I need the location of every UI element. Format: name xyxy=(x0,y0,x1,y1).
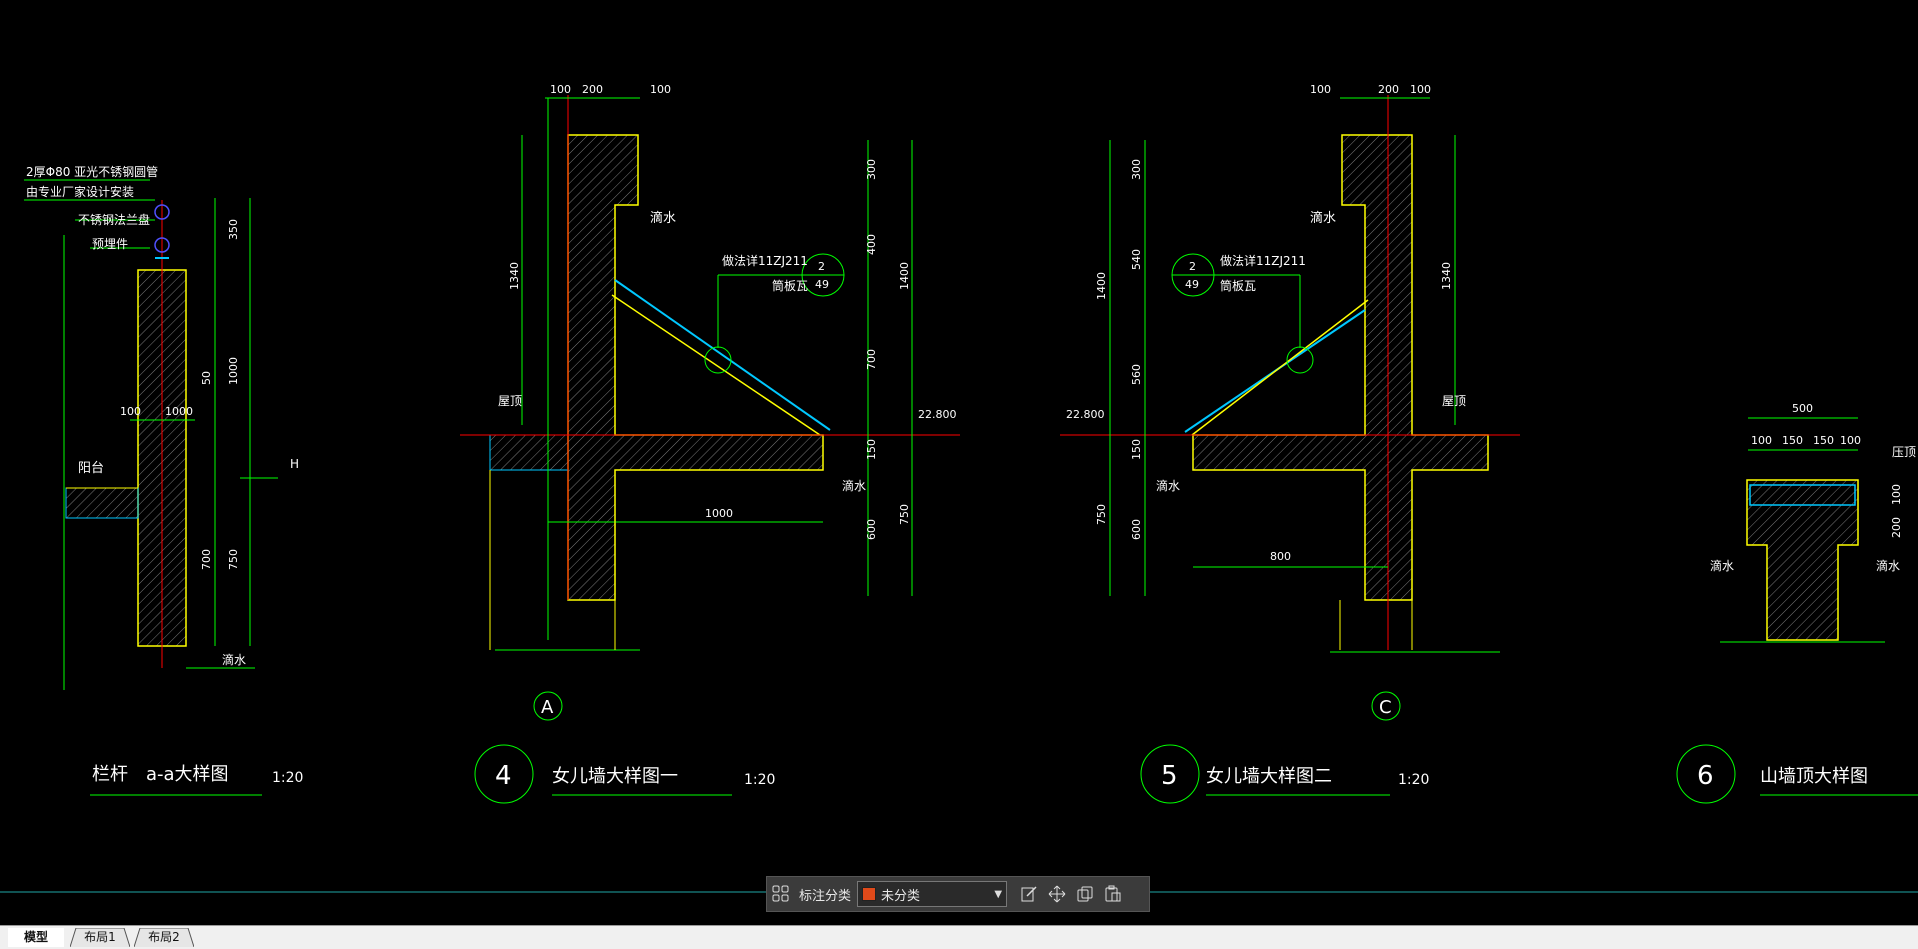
railing-note-flange: 不锈钢法兰盘 xyxy=(78,212,150,227)
detail-4-note-drip-top: 滴水 xyxy=(650,210,676,226)
detail-6-note-drip-left: 滴水 xyxy=(1710,558,1734,573)
detail-6-dim-100c: 100 xyxy=(1890,484,1903,505)
detail-4-note-tile: 筒板瓦 xyxy=(772,278,808,293)
railing-note-vendor: 由专业厂家设计安装 xyxy=(26,184,134,199)
detail-5-dim-top-3: 100 xyxy=(1410,83,1431,96)
railing-dim-100a: 100 xyxy=(120,405,141,418)
railing-note-balcony: 阳台 xyxy=(78,461,104,476)
railing-note-drip: 滴水 xyxy=(222,652,246,667)
detail-6-dim-500: 500 xyxy=(1792,402,1813,415)
detail-5-ref-top: 2 xyxy=(1189,260,1196,273)
chevron-down-icon: ▼ xyxy=(994,888,1003,900)
edit-icon[interactable] xyxy=(1015,880,1043,908)
drawing-canvas[interactable]: 栏杆 a-a大样图 1:20 2厚Φ80 亚光不锈钢圆管 由专业厂家设计安装 不… xyxy=(0,0,1918,925)
railing-note-h: H xyxy=(290,457,299,471)
tab-model-label: 模型 xyxy=(23,930,48,944)
tab-model[interactable]: 模型 xyxy=(8,928,64,947)
detail-4-ref-top: 2 xyxy=(818,260,825,273)
detail-5-axis: C xyxy=(1379,697,1392,718)
detail-6-title: 山墙顶大样图 xyxy=(1760,766,1868,787)
detail-4-ref-bottom: 49 xyxy=(815,278,829,291)
detail-4-elevation: 22.800 xyxy=(918,408,957,421)
detail-5-dim-top-1: 100 xyxy=(1310,83,1331,96)
railing-dim-700: 700 xyxy=(200,549,213,570)
detail-4-axis: A xyxy=(541,697,554,718)
detail-5-note-ref: 做法详11ZJ211 xyxy=(1220,253,1306,268)
railing-note-embed: 预埋件 xyxy=(92,237,128,251)
detail-5-dim-800: 800 xyxy=(1270,550,1291,563)
tab-layout1[interactable]: 布局1 xyxy=(70,928,130,947)
detail-5-dim-1340: 1340 xyxy=(1440,262,1453,290)
grid-icon[interactable] xyxy=(767,880,795,908)
detail-5-dim-300: 300 xyxy=(1130,159,1143,180)
detail-6-dim-150b: 150 xyxy=(1813,434,1834,447)
detail-4-dim-700: 700 xyxy=(865,349,878,370)
detail-4-dim-1400: 1400 xyxy=(898,262,911,290)
detail-5-dim-top-2: 200 xyxy=(1378,83,1399,96)
detail-6-dim-200: 200 xyxy=(1890,517,1903,538)
detail-4-dim-top-2: 200 xyxy=(582,83,603,96)
detail-4-dim-300: 300 xyxy=(865,159,878,180)
detail-5-dim-750: 750 xyxy=(1095,504,1108,525)
cad-drawing: 栏杆 a-a大样图 1:20 2厚Φ80 亚光不锈钢圆管 由专业厂家设计安装 不… xyxy=(0,83,1918,893)
category-value: 未分类 xyxy=(881,888,921,904)
detail-4 xyxy=(460,95,960,721)
detail-4-note-drip-bottom: 滴水 xyxy=(842,478,866,493)
detail-5-note-drip-bottom: 滴水 xyxy=(1156,478,1180,493)
detail-6-note-drip-right: 滴水 xyxy=(1876,558,1900,573)
detail-4-note-roof: 屋顶 xyxy=(498,394,522,408)
detail-4-number: 4 xyxy=(495,761,512,791)
detail-5-ref-bottom: 49 xyxy=(1185,278,1199,291)
railing-title: 栏杆 a-a大样图 xyxy=(92,764,229,785)
detail-5-number: 5 xyxy=(1161,761,1178,791)
layout-tab-bar: 模型 布局1 布局2 xyxy=(0,925,1918,949)
annotation-toolbar: 标注分类 未分类 ▼ xyxy=(766,876,1150,912)
detail-4-dim-750: 750 xyxy=(898,504,911,525)
railing-dim-1000b: 50 xyxy=(200,371,213,385)
category-color-swatch xyxy=(862,887,877,901)
detail-5-dim-540: 540 xyxy=(1130,249,1143,270)
detail-5-dim-150: 150 xyxy=(1130,439,1143,460)
detail-5-note-drip-top: 滴水 xyxy=(1310,210,1336,226)
detail-4-dim-1000: 1000 xyxy=(705,507,733,520)
detail-4-note-ref: 做法详11ZJ211 xyxy=(722,253,808,268)
railing-dim-1000: 1000 xyxy=(227,357,240,385)
detail-5-note-roof: 屋顶 xyxy=(1442,394,1466,408)
detail-4-title: 女儿墙大样图一 xyxy=(552,766,678,787)
detail-6-dim-100a: 100 xyxy=(1751,434,1772,447)
detail-5-dim-560: 560 xyxy=(1130,364,1143,385)
railing-note-pipe: 2厚Φ80 亚光不锈钢圆管 xyxy=(26,164,158,179)
tab-layout2-label: 布局2 xyxy=(148,930,180,944)
detail-6 xyxy=(1676,417,1885,804)
detail-6-note-coping: 压顶 xyxy=(1892,445,1916,459)
copy-icon[interactable] xyxy=(1071,880,1099,908)
tab-layout1-label: 布局1 xyxy=(84,930,116,944)
detail-6-number: 6 xyxy=(1697,761,1714,791)
detail-4-dim-150: 150 xyxy=(865,439,878,460)
detail-5-note-tile: 筒板瓦 xyxy=(1220,278,1256,293)
move-icon[interactable] xyxy=(1043,880,1071,908)
detail-5-elevation: 22.800 xyxy=(1066,408,1105,421)
detail-6-dim-150a: 150 xyxy=(1782,434,1803,447)
railing-dim-350: 350 xyxy=(227,219,240,240)
detail-6-dim-100b: 100 xyxy=(1840,434,1861,447)
tab-layout2[interactable]: 布局2 xyxy=(134,928,194,947)
category-dropdown[interactable]: 未分类 ▼ xyxy=(857,881,1008,907)
railing-scale: 1:20 xyxy=(272,770,303,786)
detail-5-dim-600: 600 xyxy=(1130,519,1143,540)
detail-5-title: 女儿墙大样图二 xyxy=(1206,766,1332,787)
detail-5-scale: 1:20 xyxy=(1398,772,1429,788)
detail-4-dim-1340: 1340 xyxy=(508,262,521,290)
detail-4-dim-600: 600 xyxy=(865,519,878,540)
railing-dim-100b: 1000 xyxy=(165,405,193,418)
detail-5-dim-1400: 1400 xyxy=(1095,272,1108,300)
detail-4-dim-top-3: 100 xyxy=(650,83,671,96)
detail-4-dim-top-1: 100 xyxy=(550,83,571,96)
detail-railing xyxy=(24,179,278,690)
railing-dim-750: 750 xyxy=(227,549,240,570)
annotation-category-label: 标注分类 xyxy=(799,888,852,904)
detail-4-dim-400: 400 xyxy=(865,234,878,255)
detail-4-scale: 1:20 xyxy=(744,772,775,788)
paste-icon[interactable] xyxy=(1099,880,1127,908)
